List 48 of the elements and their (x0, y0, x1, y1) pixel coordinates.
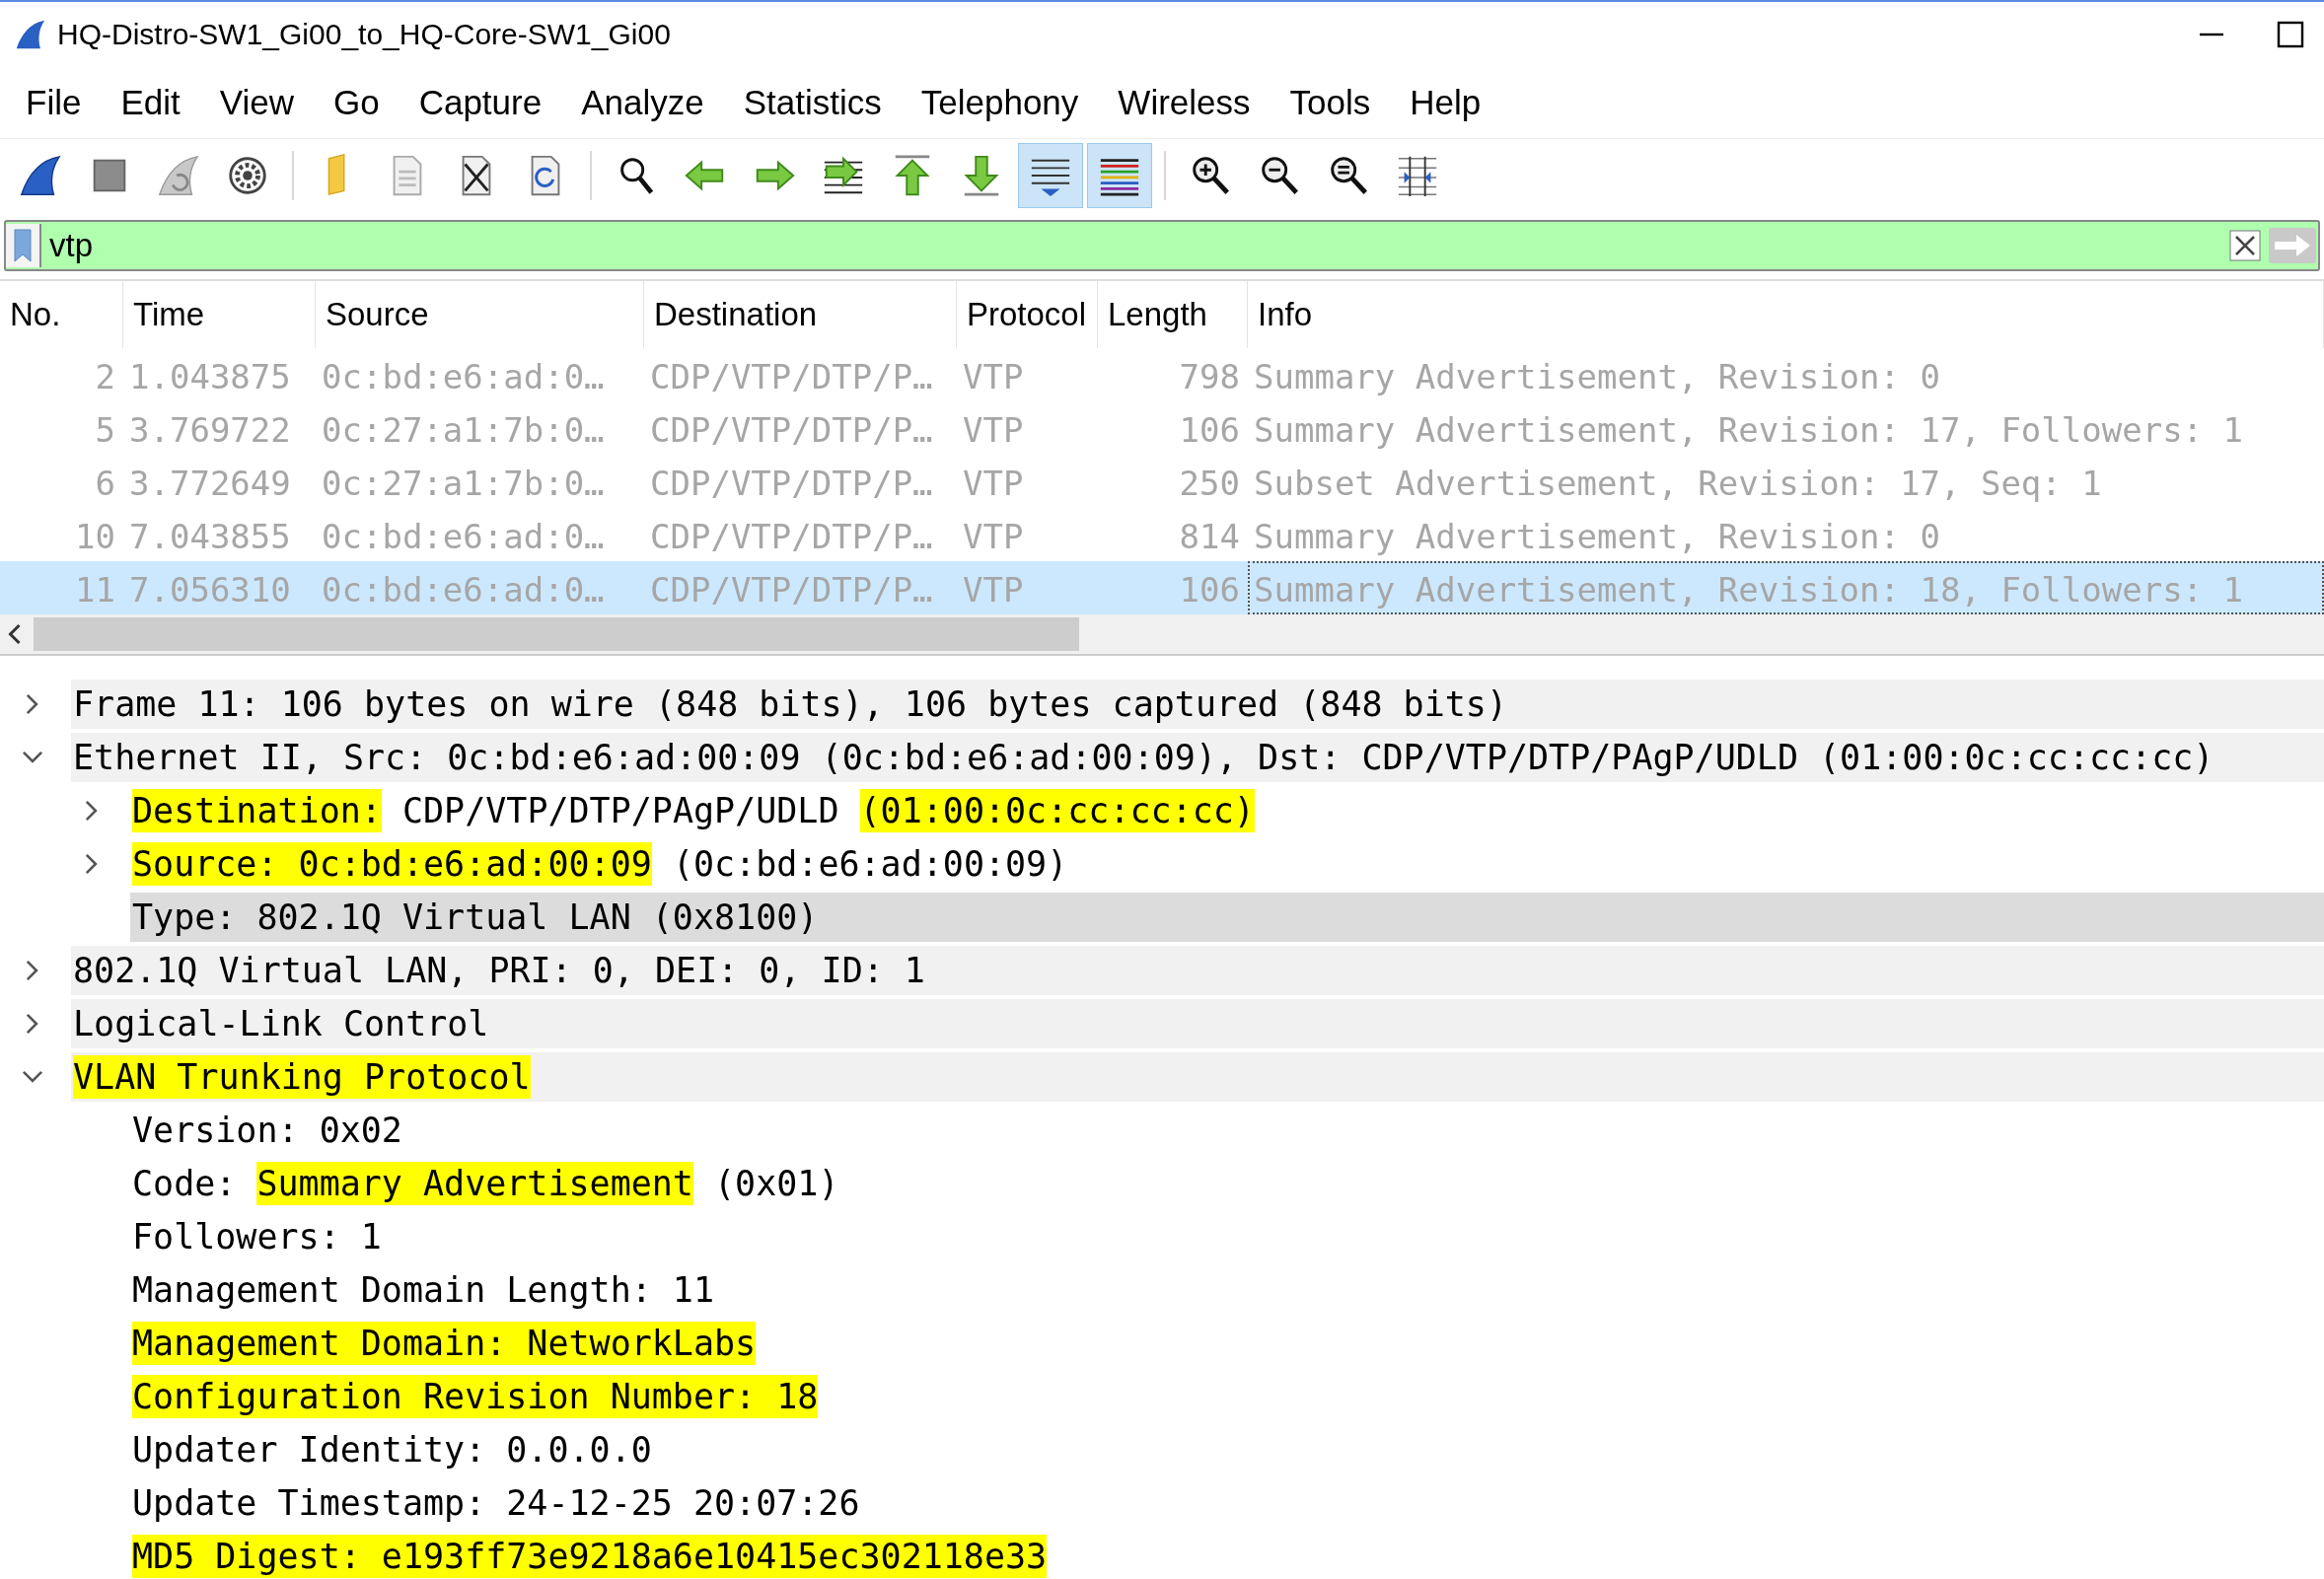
scrollbar-thumb[interactable] (34, 617, 1079, 651)
tree-item[interactable]: Type: 802.1Q Virtual LAN (0x8100) (130, 893, 2324, 942)
tree-item[interactable]: Configuration Revision Number: 18 (130, 1372, 2324, 1421)
tree-item[interactable]: Logical-Link Control (71, 999, 2324, 1048)
shark-fin-icon (18, 153, 63, 198)
menu-item[interactable]: Telephony (905, 83, 1103, 122)
toolbar-button[interactable] (1087, 143, 1152, 208)
tree-item[interactable]: Followers: 1 (130, 1212, 2324, 1261)
menu-item[interactable]: View (203, 83, 318, 122)
horizontal-scrollbar[interactable] (0, 614, 2324, 654)
menu-item[interactable]: File (10, 83, 106, 122)
menu-item[interactable]: Analyze (565, 83, 728, 122)
column-header[interactable]: Protocol (957, 281, 1098, 348)
tree-item[interactable]: Version: 0x02 (130, 1106, 2324, 1155)
menu-item[interactable]: Go (317, 83, 403, 122)
tree-item[interactable]: Updater Identity: 0.0.0.0 (130, 1425, 2324, 1474)
tree-item[interactable]: Destination: CDP/VTP/DTP/PAgP/UDLD (01:00:0c:cc:cc:cc) (130, 786, 2324, 835)
menu-item[interactable]: Statistics (727, 83, 906, 122)
column-header[interactable]: Source (316, 281, 644, 348)
tree-item[interactable]: 802.1Q Virtual LAN, PRI: 0, DEI: 0, ID: 1 (71, 946, 2324, 995)
column-header[interactable]: Info (1248, 281, 2324, 348)
tree-item[interactable]: MD5 Digest: e193ff73e9218a6e10415ec302118e33 (130, 1532, 2324, 1579)
column-header[interactable]: Time (123, 281, 316, 348)
menu-item[interactable]: Capture (402, 83, 566, 122)
tree-item[interactable]: Ethernet II, Src: 0c:bd:e6:ad:00:09 (0c:bd:e6:ad:00:09), Dst: CDP/VTP/DTP/PAgP/UDLD (01:00:0c:cc:cc:cc) (71, 733, 2324, 782)
close-icon (2229, 230, 2261, 261)
window-title: HQ-Distro-SW1_Gi00_to_HQ-Core-SW1_Gi00 (57, 18, 672, 51)
menu-item[interactable]: Edit (105, 83, 204, 122)
column-header[interactable]: Destination (644, 281, 957, 348)
filter-bar[interactable]: vtp (4, 220, 2320, 271)
bookmark-icon[interactable] (13, 228, 33, 263)
menu-item[interactable]: Tools (1273, 83, 1395, 122)
tree-item[interactable]: VLAN Trunking Protocol (71, 1052, 2324, 1102)
column-header[interactable]: No. (0, 281, 123, 348)
tree-item[interactable]: Management Domain Length: 11 (130, 1265, 2324, 1315)
menu-item[interactable]: Help (1394, 83, 1505, 122)
column-header[interactable]: Length (1098, 281, 1248, 348)
toolbar-button[interactable] (1018, 143, 1083, 208)
tree-item[interactable]: Frame 11: 106 bytes on wire (848 bits), 106 bytes captured (848 bits) (71, 680, 2324, 729)
tree-item[interactable]: Update Timestamp: 24-12-25 20:07:26 (130, 1478, 2324, 1528)
menu-item[interactable]: Wireless (1102, 83, 1274, 122)
shark-fin-icon (14, 18, 47, 51)
tree-item[interactable]: Management Domain: NetworkLabs (130, 1319, 2324, 1368)
restart-icon (156, 153, 201, 198)
arrow-right-icon (2273, 233, 2312, 258)
tree-item[interactable]: Code: Summary Advertisement (0x01) (130, 1159, 2324, 1208)
tree-item[interactable]: Source: 0c:bd:e6:ad:00:09 (0c:bd:e6:ad:00:09) (130, 839, 2324, 889)
display-filter-field[interactable]: vtp (41, 226, 2227, 265)
